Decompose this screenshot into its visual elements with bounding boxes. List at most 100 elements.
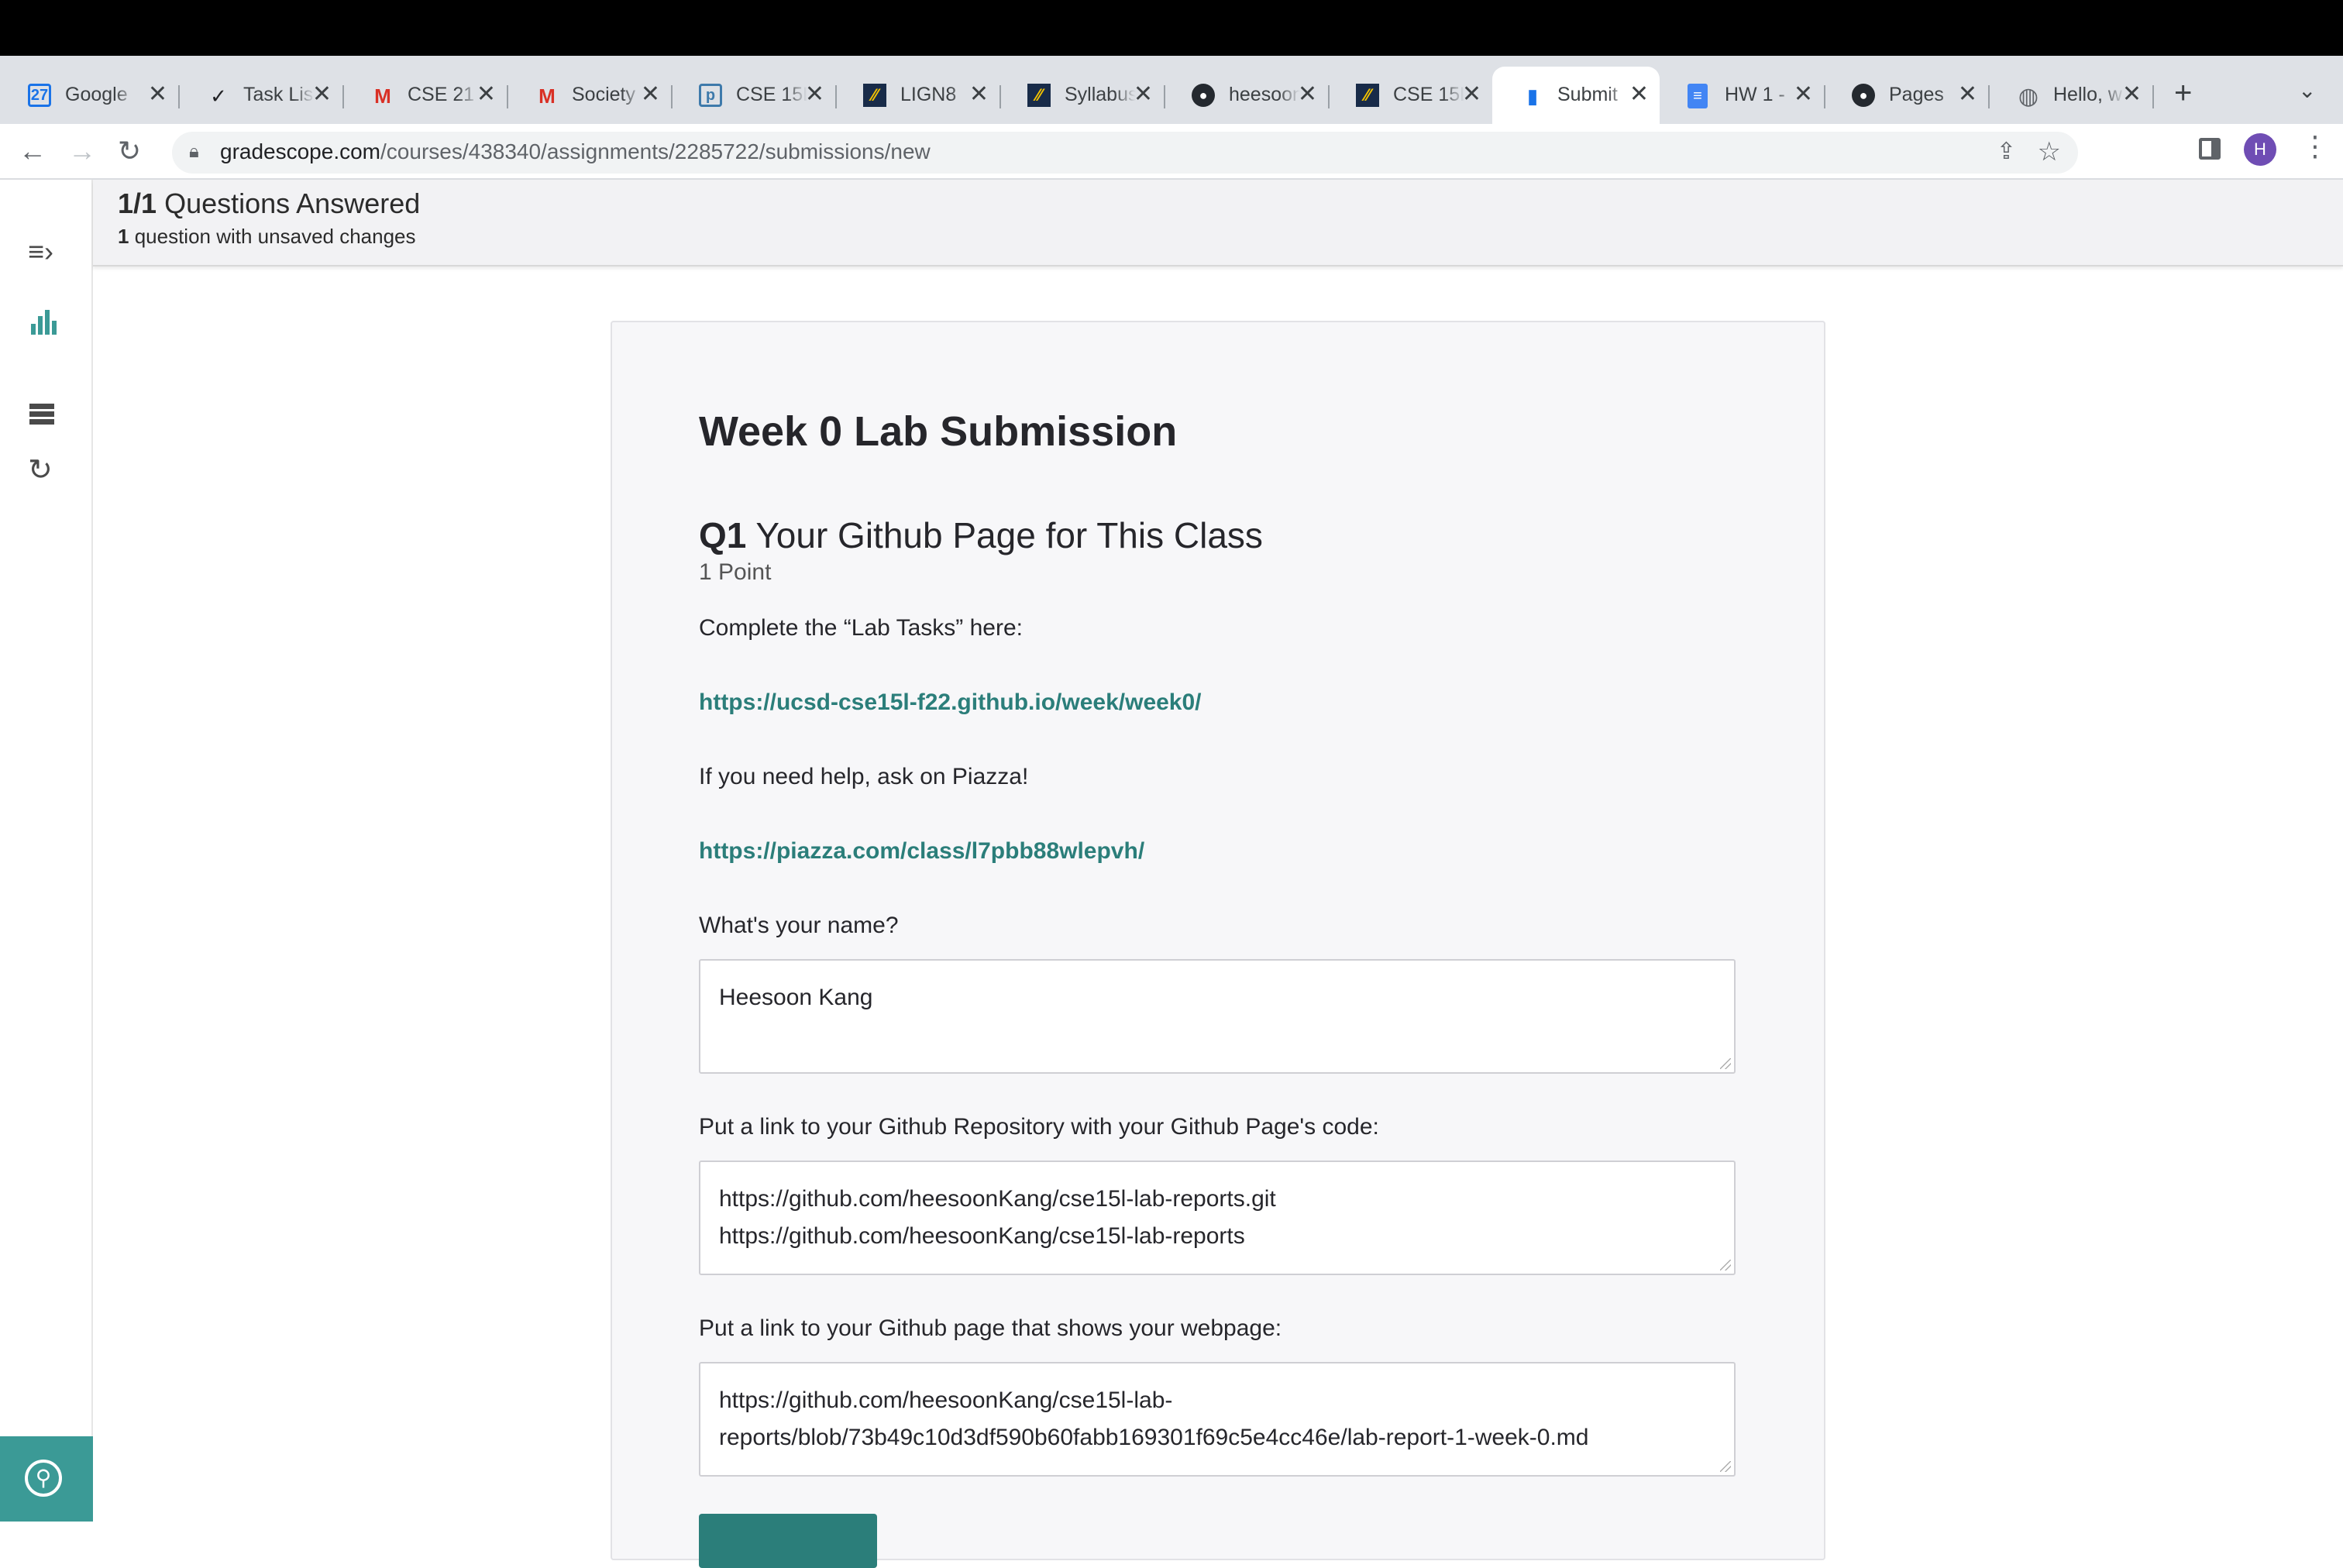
close-icon[interactable]: ✕ bbox=[148, 81, 167, 108]
tab-label: Hello, w bbox=[2053, 84, 2122, 105]
tab-label: CSE 15L bbox=[1393, 84, 1464, 105]
question-points: 1 Point bbox=[699, 559, 772, 585]
browser-tab[interactable]: ● heesoon ✕ bbox=[1164, 67, 1330, 124]
checkmark-icon: ✓ bbox=[210, 84, 227, 108]
tab-label: Society bbox=[572, 84, 635, 105]
repo-field-label: Put a link to your Github Repository wit… bbox=[699, 1114, 1379, 1140]
webpage-link-value: https://github.com/heesoonKang/cse15l-la… bbox=[719, 1387, 1589, 1450]
resize-handle[interactable] bbox=[1720, 1461, 1731, 1472]
tab-label: Task List bbox=[243, 84, 315, 105]
repo-link-value: https://github.com/heesoonKang/cse15l-la… bbox=[719, 1186, 1276, 1249]
help-text: If you need help, ask on Piazza! bbox=[699, 764, 1029, 789]
gmail-icon: M bbox=[374, 84, 391, 108]
browser-tab[interactable]: 27 Google ✕ bbox=[0, 67, 180, 124]
name-field-label: What's your name? bbox=[699, 913, 899, 938]
close-icon[interactable]: ✕ bbox=[2122, 81, 2142, 108]
reload-icon[interactable]: ↻ bbox=[118, 135, 141, 167]
tab-label: LIGN8 bbox=[900, 84, 957, 105]
dashboard-chart-icon[interactable] bbox=[28, 307, 59, 346]
repo-link-textarea[interactable]: https://github.com/heesoonKang/cse15l-la… bbox=[699, 1161, 1736, 1275]
unsaved-changes: 1 question with unsaved changes bbox=[118, 225, 416, 249]
question-number: Q1 bbox=[699, 515, 747, 555]
globe-icon: ◍ bbox=[2018, 83, 2039, 109]
browser-tab[interactable]: ⁄⁄ CSE 15L ✕ bbox=[1328, 67, 1494, 124]
gradescope-icon: ▮ bbox=[1526, 84, 1539, 108]
tab-label: heesoon bbox=[1229, 84, 1300, 105]
unsaved-label: question with unsaved changes bbox=[134, 225, 416, 248]
chevron-down-icon[interactable]: ⌄ bbox=[2298, 77, 2316, 103]
tab-label: Pages bbox=[1889, 84, 1944, 105]
gradescope-sidebar: ≡› ↻ ⚲ bbox=[0, 180, 93, 1522]
close-icon[interactable]: ✕ bbox=[1629, 81, 1649, 108]
close-icon[interactable]: ✕ bbox=[1134, 81, 1153, 108]
name-value: Heesoon Kang bbox=[719, 985, 873, 1010]
question-title: Q1 Your Github Page for This Class bbox=[699, 514, 1263, 556]
canvas-icon: ⁄⁄ bbox=[1027, 84, 1051, 107]
submission-form-panel: Week 0 Lab Submission Q1 Your Github Pag… bbox=[611, 321, 1825, 1568]
name-textarea[interactable]: Heesoon Kang bbox=[699, 959, 1736, 1074]
unsaved-count: 1 bbox=[118, 225, 129, 248]
bookmark-star-icon[interactable]: ☆ bbox=[2038, 136, 2061, 167]
canvas-icon: ⁄⁄ bbox=[863, 84, 886, 107]
tab-label: CSE 21 bbox=[408, 84, 475, 105]
tab-label: Submit bbox=[1557, 84, 1618, 105]
close-icon[interactable]: ✕ bbox=[312, 81, 332, 108]
back-arrow-icon[interactable]: ← bbox=[19, 135, 46, 167]
browser-tab[interactable]: ✓ Task List ✕ bbox=[178, 67, 344, 124]
close-icon[interactable]: ✕ bbox=[1794, 81, 1813, 108]
browser-tab[interactable]: M CSE 21 ✕ bbox=[342, 67, 508, 124]
close-icon[interactable]: ✕ bbox=[1958, 81, 1977, 108]
resize-handle[interactable] bbox=[1720, 1058, 1731, 1069]
close-icon[interactable]: ✕ bbox=[805, 81, 824, 108]
forward-arrow-icon[interactable]: → bbox=[68, 135, 96, 167]
close-icon[interactable]: ✕ bbox=[1298, 81, 1317, 108]
close-icon[interactable]: ✕ bbox=[641, 81, 660, 108]
answered-count: 1/1 bbox=[118, 187, 157, 219]
account-button[interactable]: ⚲ bbox=[0, 1436, 93, 1522]
questions-answered: 1/1 Questions Answered bbox=[118, 187, 420, 220]
browser-tab[interactable]: M Society ✕ bbox=[507, 67, 673, 124]
profile-avatar[interactable]: H bbox=[2244, 133, 2276, 166]
close-icon[interactable]: ✕ bbox=[477, 81, 496, 108]
assignment-title: Week 0 Lab Submission bbox=[699, 408, 1178, 455]
tab-label: CSE 15L bbox=[736, 84, 807, 105]
browser-tab[interactable]: ⁄⁄ LIGN8 ✕ bbox=[835, 67, 1001, 124]
close-icon[interactable]: ✕ bbox=[1462, 81, 1481, 108]
more-options-icon[interactable]: ⋮ bbox=[2301, 130, 2329, 163]
questions-progress-bar: 1/1 Questions Answered 1 question with u… bbox=[93, 180, 2343, 266]
resubmit-refresh-icon[interactable]: ↻ bbox=[28, 452, 53, 487]
new-tab-button[interactable]: + bbox=[2174, 76, 2192, 111]
webpage-link-textarea[interactable]: https://github.com/heesoonKang/cse15l-la… bbox=[699, 1362, 1736, 1477]
browser-tab[interactable]: ● Pages ✕ bbox=[1824, 67, 1990, 124]
browser-tab-active[interactable]: ▮ Submit ✕ bbox=[1492, 67, 1660, 124]
browser-toolbar: ← → ↻ 🔒︎ gradescope.com/courses/438340/a… bbox=[0, 124, 2343, 180]
gmail-icon: M bbox=[538, 84, 556, 108]
tab-label: HW 1 - bbox=[1725, 84, 1785, 105]
save-answer-button[interactable] bbox=[699, 1514, 877, 1568]
browser-tab[interactable]: ⁄⁄ Syllabus ✕ bbox=[999, 67, 1165, 124]
address-bar[interactable]: 🔒︎ gradescope.com/courses/438340/assignm… bbox=[172, 132, 2078, 174]
submissions-list-icon[interactable] bbox=[28, 400, 56, 435]
question-name: Your Github Page for This Class bbox=[755, 515, 1263, 555]
tab-label: Google bbox=[65, 84, 128, 105]
close-icon[interactable]: ✕ bbox=[969, 81, 989, 108]
github-icon: ● bbox=[1192, 84, 1215, 107]
browser-tab[interactable]: ≡ HW 1 - ✕ bbox=[1660, 67, 1825, 124]
browser-tab[interactable]: ◍ Hello, w ✕ bbox=[1988, 67, 2154, 124]
menu-expand-icon[interactable]: ≡› bbox=[28, 236, 53, 268]
tab-label: Syllabus bbox=[1065, 84, 1136, 105]
lock-icon: 🔒︎ bbox=[189, 141, 199, 162]
piazza-icon: p bbox=[699, 84, 722, 107]
github-icon: ● bbox=[1852, 84, 1875, 107]
docs-icon: ≡ bbox=[1688, 84, 1708, 108]
resize-handle[interactable] bbox=[1720, 1260, 1731, 1271]
user-icon: ⚲ bbox=[25, 1460, 62, 1497]
browser-tab[interactable]: p CSE 15L ✕ bbox=[671, 67, 837, 124]
url-path: /courses/438340/assignments/2285722/subm… bbox=[380, 139, 931, 163]
side-panel-icon[interactable] bbox=[2199, 138, 2221, 160]
share-icon[interactable]: ⇪ bbox=[1997, 138, 2016, 165]
piazza-link[interactable]: https://piazza.com/class/l7pbb88wlepvh/ bbox=[699, 838, 1144, 865]
intro-text: Complete the “Lab Tasks” here: bbox=[699, 615, 1023, 641]
lab-tasks-link[interactable]: https://ucsd-cse15l-f22.github.io/week/w… bbox=[699, 689, 1202, 716]
url-text[interactable]: gradescope.com/courses/438340/assignment… bbox=[220, 139, 931, 164]
